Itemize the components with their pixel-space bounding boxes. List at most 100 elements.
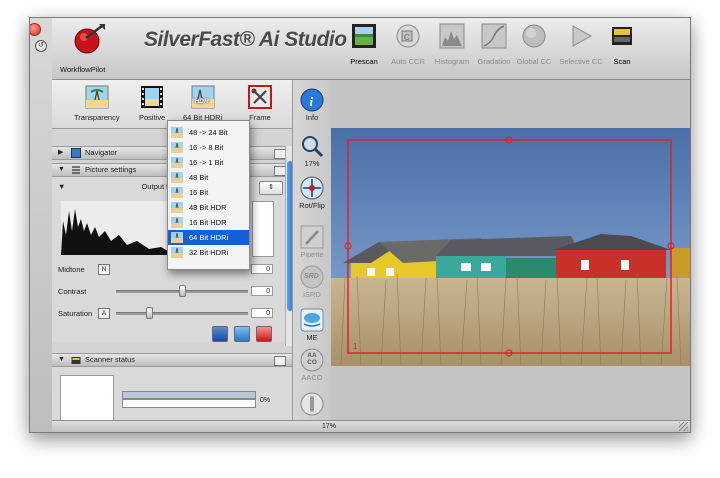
scanner-status-section-header[interactable]: ▼ Scanner status bbox=[52, 353, 292, 367]
scan-progress-track bbox=[122, 391, 256, 399]
dropdown-item-label: 16 -> 1 Bit bbox=[189, 158, 224, 167]
refresh-icon[interactable] bbox=[234, 326, 250, 342]
toolbar-item-label: Prescan bbox=[350, 57, 378, 66]
tool-label: Frame bbox=[249, 113, 271, 122]
pipette-button[interactable]: Pipette bbox=[293, 225, 331, 259]
dropdown-item-label: 16 -> 8 Bit bbox=[189, 143, 224, 152]
dropdown-item[interactable]: 48 -> 24 Bit bbox=[168, 125, 249, 140]
disclosure-triangle-icon[interactable]: ▼ bbox=[58, 164, 65, 176]
tool-label: Transparency bbox=[74, 113, 120, 122]
zoom-button[interactable]: 17% bbox=[293, 134, 331, 168]
isrd-button[interactable]: SRD iSRD bbox=[293, 265, 331, 299]
app-title: SilverFast® Ai Studio bbox=[144, 28, 347, 51]
dropdown-item-label: 16 Bit HDR bbox=[189, 218, 227, 227]
scan-button[interactable]: Scan bbox=[598, 23, 646, 66]
picture-option-icon[interactable] bbox=[212, 326, 228, 342]
disclosure-triangle-icon[interactable]: ▼ bbox=[58, 354, 65, 366]
gradation-icon bbox=[481, 23, 507, 49]
toolbar-item-label: Global CC bbox=[516, 57, 552, 66]
disclosure-triangle-icon[interactable]: ▼ bbox=[58, 182, 65, 191]
global-cc-icon bbox=[521, 23, 547, 49]
prescan-button[interactable]: Prescan bbox=[340, 23, 388, 66]
histogram-side-panel bbox=[252, 201, 274, 257]
midtone-value-field[interactable]: 0 bbox=[251, 264, 273, 274]
saturation-slider-track[interactable] bbox=[116, 312, 248, 315]
transparency-button[interactable]: Transparency bbox=[74, 85, 120, 122]
section-title: Picture settings bbox=[85, 165, 137, 174]
vtool-label: iSRD bbox=[303, 290, 321, 299]
positive-film-icon bbox=[140, 85, 164, 109]
midtone-mode-button[interactable]: N bbox=[98, 264, 110, 275]
dropdown-item[interactable]: 48 Bit HDR bbox=[168, 200, 249, 215]
histogram-button[interactable]: Histogram bbox=[428, 23, 476, 66]
navigator-icon bbox=[71, 148, 81, 158]
global-cc-button[interactable]: Global CC bbox=[510, 23, 558, 66]
info-button[interactable]: i Info bbox=[293, 88, 331, 122]
aaco-badge: AA CO bbox=[307, 352, 317, 366]
histogram-display bbox=[61, 201, 171, 255]
dropdown-item-label: 48 Bit HDR bbox=[189, 203, 227, 212]
app-window: ↺ WorkflowPilot SilverFast® Ai Studio Pr… bbox=[29, 17, 691, 433]
dropdown-item[interactable]: 16 -> 1 Bit bbox=[168, 155, 249, 170]
frame-button[interactable]: Frame bbox=[248, 85, 272, 122]
dropdown-item-label: 32 Bit HDRi bbox=[189, 248, 229, 257]
contrast-slider-knob[interactable] bbox=[179, 285, 186, 297]
contrast-label: Contrast bbox=[58, 287, 87, 296]
hdr-icon: HDR bbox=[191, 85, 215, 109]
output-format-select[interactable]: ⇕ bbox=[259, 181, 283, 195]
output-row: ▼ Output f bbox=[58, 182, 168, 191]
info-icon: i bbox=[300, 88, 324, 112]
bit-depth-thumbnail-icon bbox=[171, 217, 183, 228]
scanner-small-icon bbox=[71, 355, 81, 365]
auto-ccr-button[interactable]: C Auto CCR bbox=[384, 23, 432, 66]
disclosure-triangle-icon[interactable]: ▶ bbox=[58, 147, 63, 159]
frame-tools-icon bbox=[248, 85, 272, 109]
dropdown-item[interactable]: 32 Bit HDRi bbox=[168, 245, 249, 260]
vtool-label: Pipette bbox=[300, 250, 324, 259]
preview-area[interactable]: 1 bbox=[331, 80, 690, 420]
pipette-icon bbox=[300, 225, 324, 249]
dropdown-item[interactable]: 16 -> 8 Bit bbox=[168, 140, 249, 155]
section-title: Navigator bbox=[85, 148, 118, 157]
back-arrow-icon[interactable]: ↺ bbox=[35, 40, 47, 52]
rotate-flip-button[interactable]: Rot/Flip bbox=[293, 176, 331, 210]
tool-label: Positive bbox=[139, 113, 166, 122]
contrast-value-field[interactable]: 0 bbox=[251, 286, 273, 296]
dropdown-item[interactable]: 16 Bit bbox=[168, 185, 249, 200]
reset-icon[interactable] bbox=[256, 326, 272, 342]
aaco-icon: AA CO bbox=[300, 348, 324, 372]
dropdown-item[interactable]: 64 Bit HDRi bbox=[168, 230, 249, 245]
positive-button[interactable]: Positive bbox=[139, 85, 165, 122]
multi-exposure-button[interactable]: ME bbox=[293, 308, 331, 342]
isrd-icon: SRD bbox=[300, 265, 324, 289]
dropdown-item-label: 64 Bit HDRi bbox=[189, 233, 229, 242]
scanner-icon bbox=[609, 23, 635, 49]
section-menu-icon[interactable] bbox=[274, 356, 286, 366]
close-window-button[interactable] bbox=[30, 23, 41, 36]
resize-grip-icon[interactable] bbox=[679, 422, 688, 431]
saturation-slider-knob[interactable] bbox=[146, 307, 153, 319]
workflowpilot-logo-icon[interactable] bbox=[72, 22, 106, 56]
saturation-value-field[interactable]: 0 bbox=[251, 308, 273, 318]
bit-depth-thumbnail-icon bbox=[171, 142, 183, 153]
zoom-level-text: 17% bbox=[322, 423, 337, 430]
dropdown-item-label: 48 -> 24 Bit bbox=[189, 128, 228, 137]
scan-progress-bar bbox=[122, 399, 256, 408]
saturation-mode-button[interactable]: A bbox=[98, 308, 110, 319]
vertical-tools-column: i Info 17% Rot/Flip Pipette SRD iSRD ME … bbox=[292, 80, 332, 432]
zoom-magnifier-icon bbox=[300, 134, 324, 158]
bit-depth-thumbnail-icon bbox=[171, 202, 183, 213]
hdr-button[interactable]: HDR 64 Bit HDRi bbox=[183, 85, 222, 122]
aaco-button[interactable]: AA CO AACO bbox=[293, 348, 331, 382]
vtool-label: AACO bbox=[301, 373, 323, 382]
vtool-label: Rot/Flip bbox=[299, 201, 325, 210]
vtool-label: 17% bbox=[304, 159, 320, 168]
list-icon bbox=[71, 165, 81, 175]
dropdown-item[interactable]: 48 Bit bbox=[168, 170, 249, 185]
scroll-knob-button[interactable] bbox=[293, 392, 331, 416]
dropdown-item[interactable]: 16 Bit HDR bbox=[168, 215, 249, 230]
bit-depth-thumbnail-icon bbox=[171, 157, 183, 168]
bit-depth-dropdown-menu: 48 -> 24 Bit 16 -> 8 Bit 16 -> 1 Bit 48 Bit… bbox=[167, 120, 250, 270]
dropdown-item-label: 48 Bit bbox=[189, 173, 209, 182]
bit-depth-thumbnail-icon bbox=[171, 172, 183, 183]
